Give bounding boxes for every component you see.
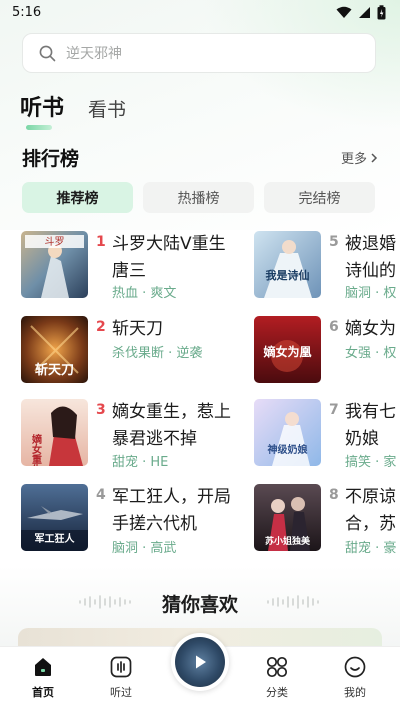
svg-text:斗罗: 斗罗 [45,236,65,248]
tab-read[interactable]: 看书 [88,95,126,122]
book-title-line2: 诗仙的 [345,261,396,281]
tab-listen[interactable]: 听书 [20,90,65,130]
nav-profile-label: 我的 [344,686,366,699]
book-cover: 嫡女重生 [21,399,88,466]
book-item[interactable]: 嫡女重生 3 嫡女重生，惹上暴君逃不掉 甜宠 · HE [21,399,241,470]
history-icon [110,656,132,678]
book-tags: 脑洞 · 高武 [112,541,177,556]
active-tab-indicator [26,125,52,130]
book-item[interactable]: 嫡女为凰 6 嫡女为 女强 · 权 [254,316,400,386]
top-tabs: 听书 看书 [20,90,126,130]
chevron-right-icon [371,152,378,163]
status-bar: 5:16 [0,0,400,24]
book-tags: 热血 · 爽文 [112,286,177,301]
book-item[interactable]: 神级奶娘 7 我有七 奶娘 搞笑 · 家 [254,399,400,470]
rank-number: 4 [96,487,106,503]
book-title: 嫡女重生，惹上暴君逃不掉 [112,402,231,449]
rank-number: 3 [96,402,106,418]
status-time: 5:16 [12,4,42,20]
search-placeholder: 逆天邪神 [66,46,122,62]
home-icon [35,658,51,676]
ranking-header: 排行榜 更多 [22,144,378,171]
svg-text:神级奶娘: 神级奶娘 [268,443,308,456]
ranking-tabs: 推荐榜 热播榜 完结榜 [22,182,375,213]
search-icon [39,45,56,61]
waveform-right-icon [267,595,319,609]
book-tags: 脑洞 · 权 [345,286,397,301]
rank-number: 5 [329,234,339,250]
nav-category-label: 分类 [266,686,288,699]
nav-profile[interactable]: 我的 [325,655,385,700]
nav-history[interactable]: 听过 [91,655,151,700]
tab-completed[interactable]: 完结榜 [264,182,375,213]
book-cover: 苏小姐独美 [254,484,321,551]
book-cover: 我是诗仙 [254,231,321,298]
book-title: 被退婚 [345,234,396,254]
book-item[interactable]: 军工狂人 4 军工狂人，开局手搓六代机 脑洞 · 高武 [21,484,241,556]
book-item[interactable]: 我是诗仙 5 被退婚 诗仙的 脑洞 · 权 [254,231,400,301]
rank-number: 6 [329,319,339,335]
signal-icon [359,6,370,18]
book-title: 不原谅 [345,487,396,507]
profile-icon [344,656,366,678]
svg-text:军工狂人: 军工狂人 [35,532,76,545]
svg-text:苏小姐独美: 苏小姐独美 [265,535,311,547]
wifi-icon [336,6,352,18]
book-item[interactable]: 斩天刀 2 斩天刀 杀伐果断 · 逆袭 [21,316,241,386]
book-cover: 斗罗 [21,231,88,298]
book-title: 嫡女为 [345,319,396,339]
book-tags: 杀伐果断 · 逆袭 [112,346,203,361]
rank-number: 2 [96,319,106,335]
album-disc [175,637,225,687]
book-title: 斩天刀 [112,319,163,339]
svg-text:我是诗仙: 我是诗仙 [266,268,310,282]
rank-number: 7 [329,402,339,418]
battery-icon [377,4,386,19]
svg-text:嫡女重生: 嫡女重生 [30,433,42,466]
book-title-line2: 奶娘 [345,429,379,449]
book-cover: 神级奶娘 [254,399,321,466]
book-cover: 嫡女为凰 [254,316,321,383]
tab-recommended[interactable]: 推荐榜 [22,182,133,213]
book-cover: 斩天刀 [21,316,88,383]
more-label: 更多 [340,152,367,167]
book-tags: 甜宠 · HE [112,455,169,470]
book-title-line2: 合，苏 [345,514,396,534]
play-icon [196,655,206,669]
guess-title: 猜你喜欢 [161,594,238,616]
book-title: 我有七 [345,402,396,422]
rank-number: 8 [329,487,339,503]
category-icon [266,656,288,678]
nav-home-label: 首页 [32,686,54,699]
book-tags: 女强 · 权 [345,346,397,361]
svg-text:嫡女为凰: 嫡女为凰 [263,344,311,359]
now-playing-button[interactable] [171,633,229,691]
book-tags: 搞笑 · 家 [345,455,397,470]
book-item[interactable]: 斗罗 1 斗罗大陆V重生唐三 热血 · 爽文 [21,231,241,301]
status-icons [336,4,386,20]
ranking-title: 排行榜 [22,148,80,170]
more-button[interactable]: 更多 [341,148,378,167]
book-tags: 甜宠 · 豪 [345,541,397,556]
book-item[interactable]: 苏小姐独美 8 不原谅 合，苏 甜宠 · 豪 [254,484,400,556]
book-cover: 军工狂人 [21,484,88,551]
rank-number: 1 [96,234,106,250]
book-title: 军工狂人，开局手搓六代机 [112,487,231,534]
book-title: 斗罗大陆V重生唐三 [112,234,226,281]
search-input[interactable]: 逆天邪神 [22,33,376,73]
nav-category[interactable]: 分类 [247,655,307,700]
svg-text:斩天刀: 斩天刀 [35,362,74,378]
nav-history-label: 听过 [110,686,132,699]
tab-listen-label: 听书 [20,96,65,121]
tab-hot[interactable]: 热播榜 [143,182,254,213]
nav-home[interactable]: 首页 [13,655,73,700]
